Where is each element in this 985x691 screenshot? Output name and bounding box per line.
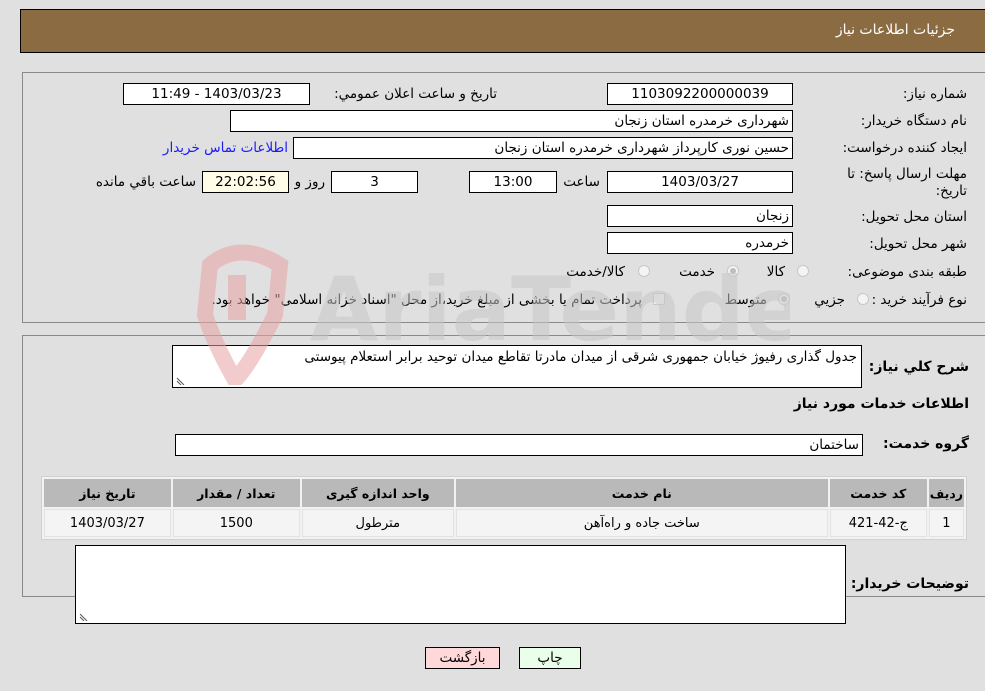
delivery-city-label: شهر محل تحويل:	[869, 236, 967, 252]
category-option-goods: کالا	[766, 264, 785, 280]
page-title: جزئیات اطلاعات نیاز	[835, 22, 955, 38]
treasury-checkbox[interactable]	[653, 293, 665, 305]
col-header-unit: واحد اندازه گيری	[301, 479, 454, 507]
back-button[interactable]: بازگشت	[425, 647, 500, 669]
col-header-quantity: تعداد / مقدار	[172, 479, 300, 507]
services-table: رديف کد خدمت نام خدمت واحد اندازه گيری ت…	[41, 476, 967, 540]
category-radio-service[interactable]	[727, 265, 739, 277]
resize-grip-icon[interactable]	[78, 611, 88, 621]
purchase-type-radio-minor[interactable]	[857, 293, 869, 305]
delivery-province-label: استان محل تحويل:	[861, 209, 967, 225]
col-header-row-number: رديف	[928, 479, 964, 507]
need-number-field[interactable]: 1103092200000039	[607, 83, 793, 105]
deadline-label-line2: تاریخ:	[935, 183, 967, 199]
description-text: جدول گذاری رفیوژ خیابان جمهوری شرقی از م…	[304, 349, 857, 365]
deadline-time-field[interactable]: 13:00	[469, 171, 557, 193]
cell-service-name: ساخت جاده و راه‌آهن	[455, 509, 828, 537]
announce-datetime-field[interactable]: 1403/03/23 - 11:49	[123, 83, 310, 105]
cell-need-date: 1403/03/27	[44, 509, 171, 537]
page-header: جزئیات اطلاعات نیاز	[20, 9, 985, 53]
table-row: 1 ج-42-421 ساخت جاده و راه‌آهن مترطول 15…	[44, 509, 964, 537]
buyer-notes-textarea[interactable]	[75, 545, 846, 624]
description-textarea[interactable]: جدول گذاری رفیوژ خیابان جمهوری شرقی از م…	[172, 345, 862, 388]
purchase-type-radio-medium[interactable]	[778, 293, 790, 305]
category-option-service: خدمت	[679, 264, 715, 280]
category-label: طبقه بندی موضوعی:	[847, 264, 967, 280]
description-label: شرح کلي نياز:	[868, 359, 969, 375]
days-remaining-field[interactable]: 3	[331, 171, 418, 193]
purchase-type-label: نوع فرآيند خريد :	[871, 292, 967, 308]
col-header-service-name: نام خدمت	[455, 479, 828, 507]
category-radio-goods-service[interactable]	[638, 265, 650, 277]
buyer-org-field[interactable]: شهرداری خرمدره استان زنجان	[230, 110, 793, 132]
requester-field[interactable]: حسین نوری کارپرداز شهرداری خرمدره استان …	[293, 137, 793, 159]
remaining-time-label: ساعت باقي مانده	[95, 174, 196, 190]
buyer-org-label: نام دستگاه خريدار:	[860, 113, 967, 129]
days-label: روز و	[294, 174, 325, 190]
need-info-panel: شماره نیاز: 1103092200000039 تاریخ و ساع…	[22, 72, 985, 323]
purchase-type-option-minor: جزيي	[814, 292, 845, 308]
remaining-time-field: 22:02:56	[202, 171, 289, 193]
buyer-contact-link[interactable]: اطلاعات تماس خريدار	[163, 140, 288, 156]
cell-row-number: 1	[928, 509, 964, 537]
delivery-province-field[interactable]: زنجان	[607, 205, 793, 227]
cell-unit: مترطول	[301, 509, 454, 537]
col-header-need-date: تاريخ نياز	[44, 479, 171, 507]
delivery-city-field[interactable]: خرمدره	[607, 232, 793, 254]
col-header-service-code: کد خدمت	[829, 479, 927, 507]
announce-datetime-label: تاریخ و ساعت اعلان عمومي:	[334, 86, 497, 102]
treasury-note: پرداخت تمام يا بخشی از مبلغ خريد،از محل …	[211, 292, 642, 308]
deadline-label-line1: مهلت ارسال پاسخ: تا	[847, 166, 967, 182]
buyer-notes-label: توضيحات خريدار:	[850, 576, 969, 592]
deadline-date-field[interactable]: 1403/03/27	[607, 171, 793, 193]
requester-label: ايجاد کننده درخواست:	[842, 140, 967, 156]
resize-grip-icon[interactable]	[175, 375, 185, 385]
category-option-goods-service: کالا/خدمت	[566, 264, 625, 280]
service-group-field[interactable]: ساختمان	[175, 434, 863, 456]
cell-service-code: ج-42-421	[829, 509, 927, 537]
cell-quantity: 1500	[172, 509, 300, 537]
services-section-title: اطلاعات خدمات مورد نياز	[793, 396, 969, 412]
service-group-label: گروه خدمت:	[883, 436, 969, 452]
print-button[interactable]: چاپ	[519, 647, 581, 669]
need-details-panel: شرح کلي نياز: جدول گذاری رفیوژ خیابان جم…	[22, 335, 985, 624]
category-radio-goods[interactable]	[797, 265, 809, 277]
table-header-row: رديف کد خدمت نام خدمت واحد اندازه گيری ت…	[44, 479, 964, 507]
purchase-type-option-medium: متوسط	[724, 292, 767, 308]
deadline-time-label: ساعت	[563, 174, 600, 190]
need-number-label: شماره نیاز:	[902, 86, 967, 102]
